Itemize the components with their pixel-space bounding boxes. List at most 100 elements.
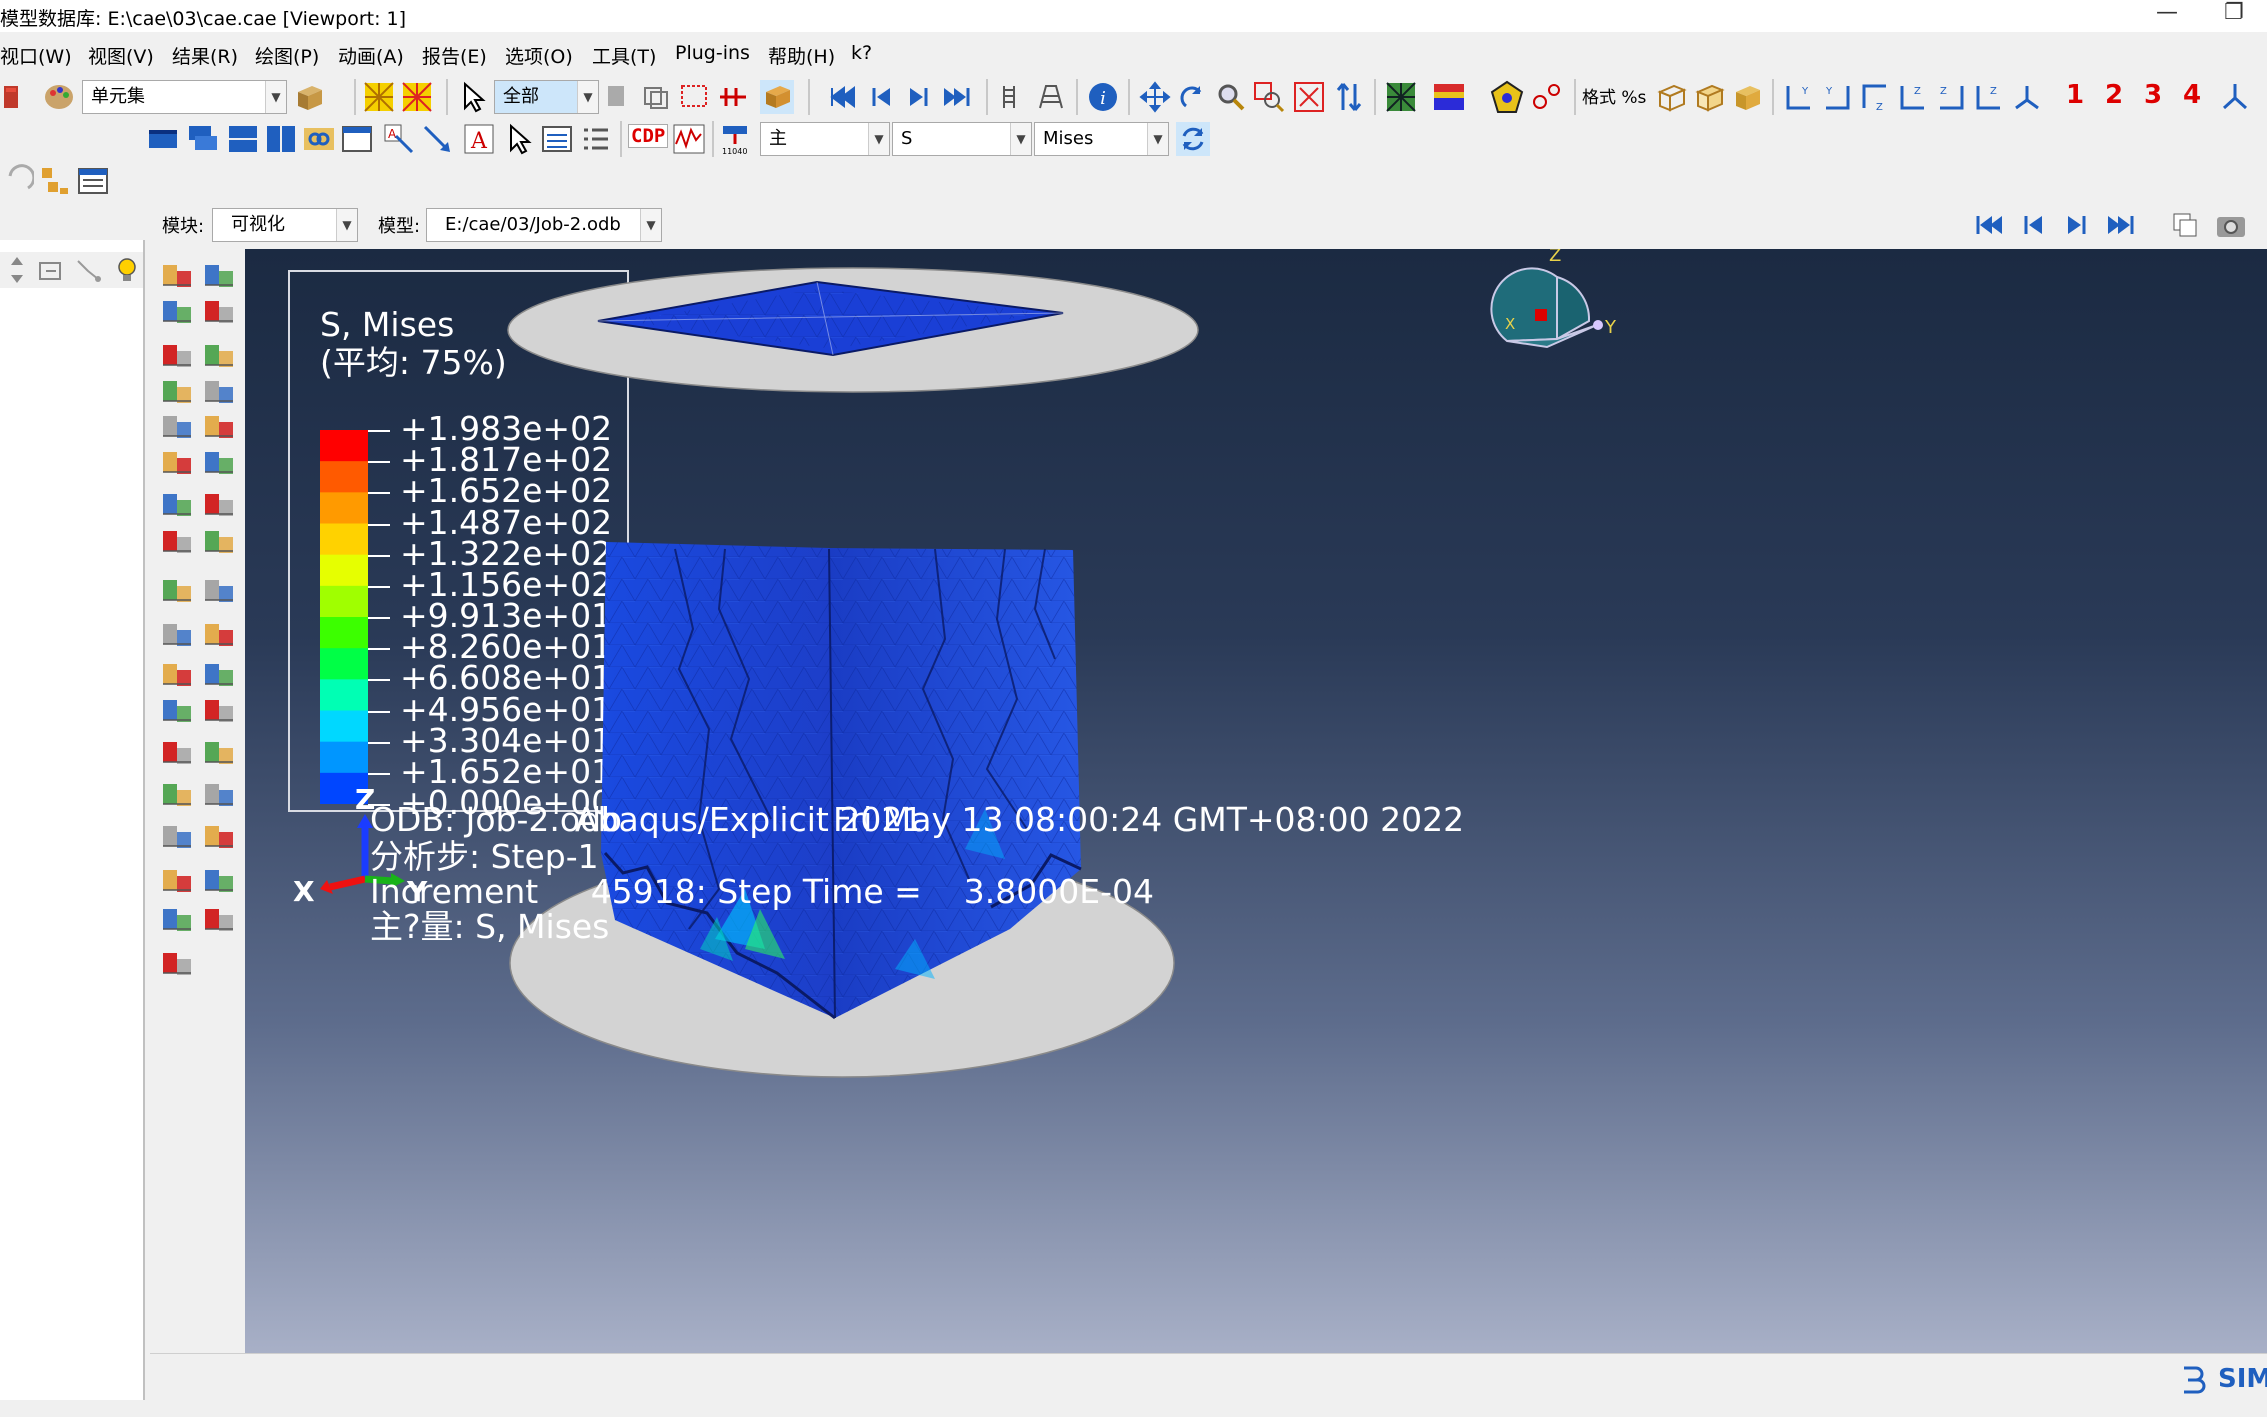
viewport-annotations-icon[interactable] (340, 122, 374, 156)
tool-contour-options-2-icon[interactable] (202, 377, 236, 407)
tool-plot-undeformed-icon[interactable] (160, 341, 194, 371)
shaded-icon[interactable] (1730, 80, 1764, 114)
tool-symbol-options-icon[interactable] (202, 412, 236, 442)
view-3-button[interactable]: 3 (2144, 80, 2162, 110)
tool-free-body-icon[interactable] (160, 780, 194, 810)
whats-this-button[interactable]: k? (851, 42, 872, 64)
tool-plot-deformed-icon[interactable] (202, 341, 236, 371)
tool-path-manager-icon[interactable] (202, 696, 236, 726)
cycle-views-icon[interactable] (1332, 80, 1366, 114)
arrow-annotation-icon[interactable] (420, 122, 454, 156)
auto-fit-icon[interactable] (1292, 80, 1326, 114)
box-select-icon[interactable] (678, 80, 712, 114)
tool-deformed-shape-icon[interactable] (202, 297, 236, 327)
mesh-yellow-icon[interactable] (362, 80, 396, 114)
tile-horizontal-icon[interactable] (226, 122, 260, 156)
tree-up-icon[interactable] (34, 253, 68, 287)
toggle-selection-icon[interactable] (600, 80, 634, 114)
annotation-manager-icon[interactable] (540, 122, 574, 156)
tree-icon[interactable] (38, 164, 72, 198)
next-frame-icon[interactable] (2060, 208, 2094, 242)
view-4-button[interactable]: 4 (2183, 80, 2201, 110)
tool-query-icon[interactable] (160, 949, 194, 979)
tool-undeformed-shape-icon[interactable] (160, 297, 194, 327)
tool-animation-options-icon[interactable] (202, 576, 236, 606)
previous-frame-icon[interactable] (864, 80, 898, 114)
menu-view[interactable]: 视图(V) (88, 42, 154, 69)
panel-icon[interactable] (76, 164, 110, 198)
menu-help[interactable]: 帮助(H) (768, 42, 835, 69)
table-icon[interactable] (1034, 80, 1068, 114)
viewport[interactable]: S, Mises (平均: 75%) +1.983e+02 +1.817e+02 +… (245, 249, 2267, 1353)
refresh-icon[interactable] (1176, 122, 1210, 156)
view-manager-icon[interactable] (2218, 80, 2252, 114)
pan-icon[interactable] (1138, 80, 1172, 114)
tool-plot-contours-icon[interactable] (160, 377, 194, 407)
mesh-red-icon[interactable] (400, 80, 434, 114)
tool-display-group-icon[interactable] (160, 738, 194, 768)
select-from-group-icon[interactable] (640, 80, 674, 114)
part-box-icon[interactable] (292, 80, 326, 114)
color-palette-icon[interactable] (0, 80, 34, 114)
menu-animate[interactable]: 动画(A) (338, 42, 404, 69)
copy-viewport-icon[interactable] (2168, 208, 2202, 242)
tool-stream-manager-icon[interactable] (202, 822, 236, 852)
tool-material-options-icon[interactable] (202, 448, 236, 478)
rotate-icon[interactable] (1176, 80, 1210, 114)
module-combo[interactable]: 可视化 ▼ (212, 208, 358, 242)
camera-icon[interactable] (2214, 208, 2248, 242)
tool-allow-multiple-plot-icon[interactable] (160, 490, 194, 520)
box-view-icon[interactable] (760, 80, 794, 114)
view-2-button[interactable]: 2 (2105, 80, 2123, 110)
list-icon[interactable] (996, 80, 1030, 114)
format-label[interactable]: 格式 %s (1582, 83, 1646, 108)
tool-animate-scale-icon[interactable] (160, 527, 194, 557)
field-output-icon[interactable]: 11040 (720, 122, 754, 156)
menu-plot[interactable]: 绘图(P) (255, 42, 319, 69)
left-view-icon[interactable]: Z (1934, 80, 1968, 114)
select-arrow-icon[interactable] (456, 80, 490, 114)
tool-xy-data-manager-icon[interactable] (202, 660, 236, 690)
menu-report[interactable]: 报告(E) (422, 42, 487, 69)
menu-tools[interactable]: 工具(T) (592, 42, 656, 69)
tool-transform-manager-icon[interactable] (202, 866, 236, 896)
tool-contour-options-icon[interactable] (202, 261, 236, 291)
first-frame-icon[interactable] (1972, 208, 2006, 242)
tool-contour-deformed-icon[interactable] (160, 261, 194, 291)
hidden-lines-icon[interactable] (1692, 80, 1726, 114)
tool-plot-material-orientation-icon[interactable] (160, 448, 194, 478)
model-combo[interactable]: E:/cae/03/Job-2.odb ▼ (426, 208, 662, 242)
last-frame-icon[interactable] (2104, 208, 2138, 242)
probe-icon[interactable] (716, 80, 750, 114)
front-view-icon[interactable]: Y (1782, 80, 1816, 114)
material-orientation-icon[interactable] (1530, 80, 1564, 114)
tool-overlay-manager-icon[interactable] (202, 905, 236, 935)
render-style-icon[interactable] (1384, 80, 1418, 114)
invariant-combo[interactable]: 主 ▼ (760, 122, 890, 156)
tool-view-cut-manager-icon[interactable] (202, 620, 236, 650)
previous-frame-icon[interactable] (2016, 208, 2050, 242)
palette-icon[interactable] (42, 80, 76, 114)
bottom-view-icon[interactable]: Z (1896, 80, 1930, 114)
info-icon[interactable]: i (1086, 80, 1120, 114)
tool-xy-data-icon[interactable] (160, 660, 194, 690)
tool-view-cut-icon[interactable] (160, 620, 194, 650)
minimize-button[interactable]: — (2156, 0, 2178, 25)
tool-free-body-manager-icon[interactable] (202, 780, 236, 810)
last-frame-icon[interactable] (940, 80, 974, 114)
contour-plot-icon[interactable] (1432, 80, 1466, 114)
undo-icon[interactable] (0, 164, 34, 198)
tree-filter-icon[interactable] (72, 253, 106, 287)
wireframe-icon[interactable] (1654, 80, 1688, 114)
selection-combo[interactable]: 全部 ▼ (494, 80, 599, 114)
restore-button[interactable]: ❐ (2224, 0, 2244, 25)
first-frame-icon[interactable] (826, 80, 860, 114)
text-icon[interactable]: A (462, 122, 496, 156)
viewport-layout-icon[interactable] (146, 122, 180, 156)
expand-collapse-icon[interactable] (0, 253, 34, 287)
text-annotation-icon[interactable]: A (382, 122, 416, 156)
zoom-icon[interactable] (1214, 80, 1248, 114)
lightbulb-icon[interactable] (110, 253, 144, 287)
right-view-icon[interactable]: Z (1972, 80, 2006, 114)
view-1-button[interactable]: 1 (2066, 80, 2084, 110)
